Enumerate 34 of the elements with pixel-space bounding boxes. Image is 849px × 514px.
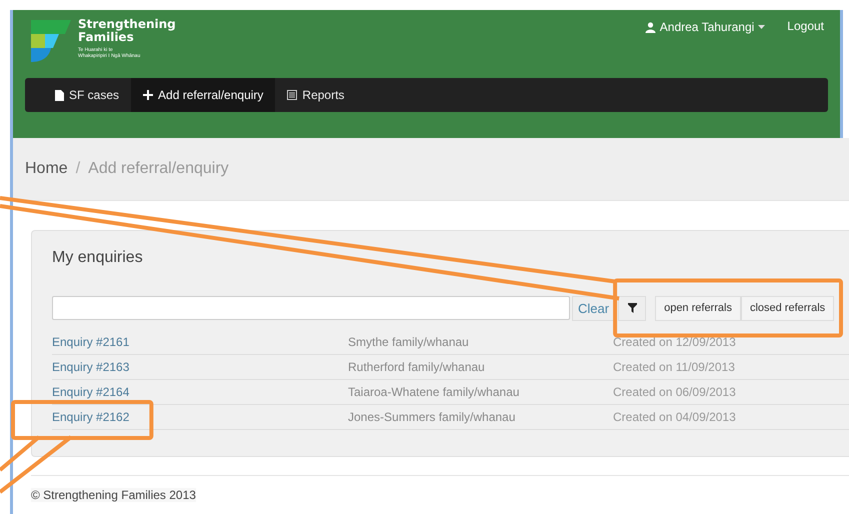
family-name: Taiaroa-Whatene family/whanau — [348, 385, 520, 399]
panel-title: My enquiries — [52, 249, 144, 268]
breadcrumb-link[interactable]: Home — [25, 160, 68, 178]
created-date: Created on 06/09/2013 — [613, 385, 736, 399]
family-name: Smythe family/whanau — [348, 335, 470, 349]
document-icon — [55, 90, 64, 100]
clear-button[interactable]: Clear — [572, 296, 616, 320]
created-date: Created on 12/09/2013 — [613, 335, 736, 349]
breadcrumb-separator: / — [76, 160, 80, 178]
logo-title: Strengthening Families — [78, 18, 176, 44]
filter-icon — [628, 303, 637, 313]
user-menu[interactable]: Andrea Tahurangi — [644, 19, 766, 35]
footer-text: © Strengthening Families 2013 — [31, 488, 196, 502]
list-icon — [287, 90, 298, 100]
enquiry-link[interactable]: Enquiry #2162 — [52, 410, 130, 424]
family-name: Jones-Summers family/whanau — [348, 410, 516, 424]
logout-link[interactable]: Logout — [787, 19, 824, 35]
created-date: Created on 04/09/2013 — [613, 410, 736, 424]
filter-toggle-button[interactable]: closed referrals — [740, 296, 834, 320]
enquiry-link[interactable]: Enquiry #2164 — [52, 385, 130, 399]
enquiry-link[interactable]: Enquiry #2161 — [52, 335, 130, 349]
filter-button[interactable] — [618, 296, 646, 320]
nav-tab[interactable]: Reports — [275, 78, 356, 112]
search-field[interactable] — [52, 296, 570, 320]
nav-tab[interactable]: Add referral/enquiry — [131, 78, 276, 112]
user-icon — [644, 22, 656, 32]
nav-tab[interactable]: SF cases — [43, 78, 132, 112]
family-name: Rutherford family/whanau — [348, 360, 486, 374]
filter-toggle-button[interactable]: open referrals — [655, 296, 741, 320]
caret-icon — [758, 25, 766, 29]
plus-icon — [143, 90, 154, 100]
created-date: Created on 11/09/2013 — [613, 360, 735, 374]
breadcrumb-current: Add referral/enquiry — [88, 160, 229, 178]
enquiry-link[interactable]: Enquiry #2163 — [52, 360, 130, 374]
